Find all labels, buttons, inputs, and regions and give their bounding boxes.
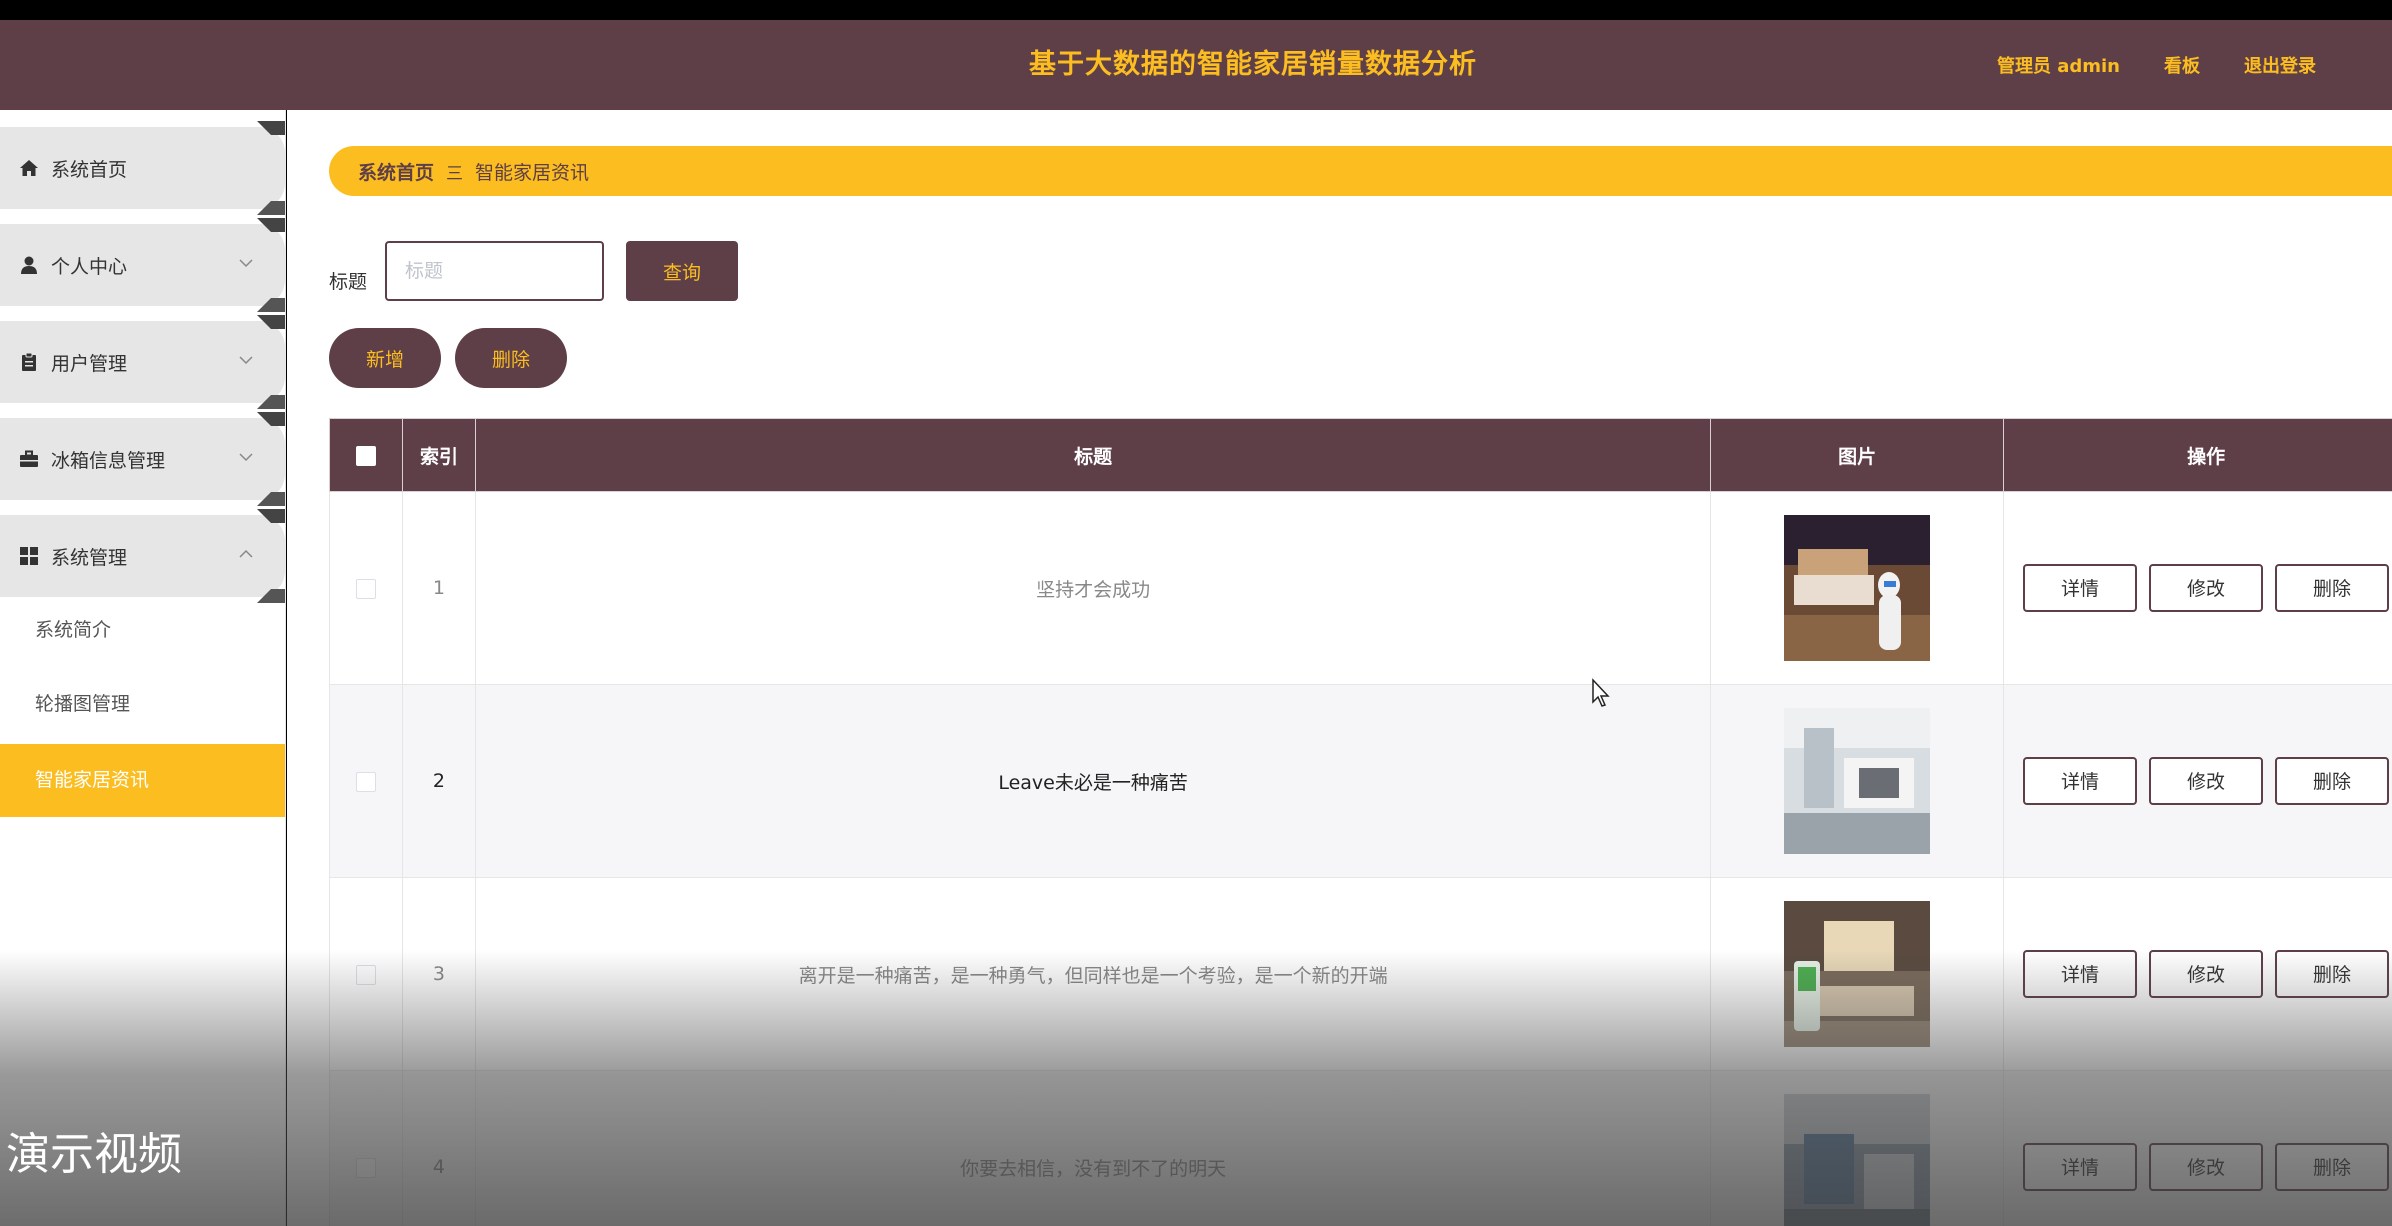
table-row: 2 Leave未必是一种痛苦 详情 修改 删除: [329, 684, 2392, 878]
delete-button[interactable]: 删除: [2275, 757, 2390, 805]
select-all-checkbox[interactable]: [355, 445, 376, 466]
main-content: 系统首页 三 智能家居资讯 标题 查询 新增 删除 索引 标题 图片 操作 1 …: [287, 110, 2392, 1226]
row-checkbox[interactable]: [355, 1157, 376, 1178]
index-cell: 4: [401, 1070, 476, 1226]
actions-cell: 详情 修改 删除: [2003, 684, 2392, 878]
person-icon: [19, 255, 39, 275]
news-thumbnail[interactable]: [1784, 1094, 1931, 1226]
sidebar-item-label: 个人中心: [51, 255, 128, 278]
chevron-down-icon: [239, 349, 253, 370]
image-cell: [1710, 684, 2005, 878]
actions-cell: 详情 修改 删除: [2003, 1070, 2392, 1226]
edit-button[interactable]: 修改: [2149, 564, 2264, 612]
chevron-down-icon: [239, 446, 253, 467]
header-links: 管理员 admin 看板 退出登录: [1953, 20, 2316, 110]
title-cell: Leave未必是一种痛苦: [474, 684, 1712, 878]
delete-button[interactable]: 删除: [2275, 564, 2390, 612]
mouse-cursor-icon: [1592, 678, 1610, 707]
breadcrumb: 系统首页 三 智能家居资讯: [329, 146, 2392, 196]
news-thumbnail[interactable]: [1784, 708, 1931, 854]
sidebar-item-users[interactable]: 用户管理: [0, 315, 285, 409]
chevron-up-icon: [239, 543, 253, 564]
top-black-bar: [0, 0, 2392, 20]
row-checkbox[interactable]: [355, 578, 376, 599]
detail-button[interactable]: 详情: [2023, 564, 2138, 612]
news-thumbnail[interactable]: [1784, 515, 1931, 661]
sidebar-item-label: 用户管理: [51, 352, 128, 375]
row-select-cell: [329, 684, 403, 878]
sidebar-item-label: 冰箱信息管理: [51, 449, 166, 472]
table-row: 3 离开是一种痛苦，是一种勇气，但同样也是一个考验，是一个新的开端 详情 修改 删除: [329, 877, 2392, 1071]
sidebar-subitem-smart-home-news[interactable]: 智能家居资讯: [0, 744, 285, 817]
table-row: 1 坚持才会成功 详情 修改 删除: [329, 491, 2392, 685]
sidebar-item-fridge[interactable]: 冰箱信息管理: [0, 412, 285, 506]
row-checkbox[interactable]: [355, 964, 376, 985]
chevron-down-icon: [239, 252, 253, 273]
row-select-cell: [329, 1070, 403, 1226]
image-cell: [1710, 877, 2005, 1071]
breadcrumb-separator: 三: [446, 163, 464, 184]
index-header: 索引: [401, 418, 476, 492]
add-button[interactable]: 新增: [329, 328, 441, 388]
news-table: 索引 标题 图片 操作 1 坚持才会成功 详情 修改 删除 2 Leave未必是…: [329, 418, 2392, 1226]
row-select-cell: [329, 877, 403, 1071]
table-header-row: 索引 标题 图片 操作: [329, 418, 2392, 492]
video-watermark: 演示视频: [6, 1129, 182, 1180]
sidebar-item-personal[interactable]: 个人中心: [0, 218, 285, 312]
board-link[interactable]: 看板: [2164, 52, 2200, 78]
title-cell: 你要去相信，没有到不了的明天: [474, 1070, 1712, 1226]
admin-link[interactable]: 管理员 admin: [1997, 52, 2120, 78]
batch-delete-button[interactable]: 删除: [455, 328, 567, 388]
image-header: 图片: [1710, 418, 2005, 492]
title-header: 标题: [474, 418, 1712, 492]
sidebar: 系统首页 个人中心 用户管理 冰箱信息管理 系统管理 系统简介 轮播图管理 智能…: [0, 110, 286, 1226]
edit-button[interactable]: 修改: [2149, 1143, 2264, 1191]
sidebar-item-label: 系统首页: [51, 158, 128, 181]
detail-button[interactable]: 详情: [2023, 1143, 2138, 1191]
table-row: 4 你要去相信，没有到不了的明天 详情 修改 删除: [329, 1070, 2392, 1226]
clipboard-icon: [19, 352, 39, 372]
title-cell: 离开是一种痛苦，是一种勇气，但同样也是一个考验，是一个新的开端: [474, 877, 1712, 1071]
home-icon: [19, 158, 39, 178]
grid-icon: [19, 546, 39, 566]
detail-button[interactable]: 详情: [2023, 950, 2138, 998]
row-checkbox[interactable]: [355, 771, 376, 792]
delete-button[interactable]: 删除: [2275, 1143, 2390, 1191]
sidebar-subitem-carousel[interactable]: 轮播图管理: [0, 668, 285, 741]
select-all-header: [329, 418, 403, 492]
index-cell: 3: [401, 877, 476, 1071]
logout-link[interactable]: 退出登录: [2244, 52, 2316, 78]
image-cell: [1710, 1070, 2005, 1226]
image-cell: [1710, 491, 2005, 685]
news-thumbnail[interactable]: [1784, 901, 1931, 1047]
search-input[interactable]: [385, 241, 604, 301]
actions-cell: 详情 修改 删除: [2003, 491, 2392, 685]
sidebar-item-system[interactable]: 系统管理: [0, 509, 285, 603]
search-label: 标题: [329, 271, 368, 293]
edit-button[interactable]: 修改: [2149, 950, 2264, 998]
delete-button[interactable]: 删除: [2275, 950, 2390, 998]
index-cell: 2: [401, 684, 476, 878]
detail-button[interactable]: 详情: [2023, 757, 2138, 805]
briefcase-icon: [19, 449, 39, 469]
sidebar-item-label: 系统管理: [51, 546, 128, 569]
actions-header: 操作: [2003, 418, 2392, 492]
title-cell: 坚持才会成功: [474, 491, 1712, 685]
sidebar-subitem-intro[interactable]: 系统简介: [0, 594, 285, 667]
edit-button[interactable]: 修改: [2149, 757, 2264, 805]
breadcrumb-current: 智能家居资讯: [475, 161, 590, 184]
actions-cell: 详情 修改 删除: [2003, 877, 2392, 1071]
row-select-cell: [329, 491, 403, 685]
sidebar-item-home[interactable]: 系统首页: [0, 121, 285, 215]
app-header: 基于大数据的智能家居销量数据分析 管理员 admin 看板 退出登录: [0, 20, 2392, 110]
index-cell: 1: [401, 491, 476, 685]
query-button[interactable]: 查询: [626, 241, 738, 301]
breadcrumb-home[interactable]: 系统首页: [358, 158, 434, 185]
